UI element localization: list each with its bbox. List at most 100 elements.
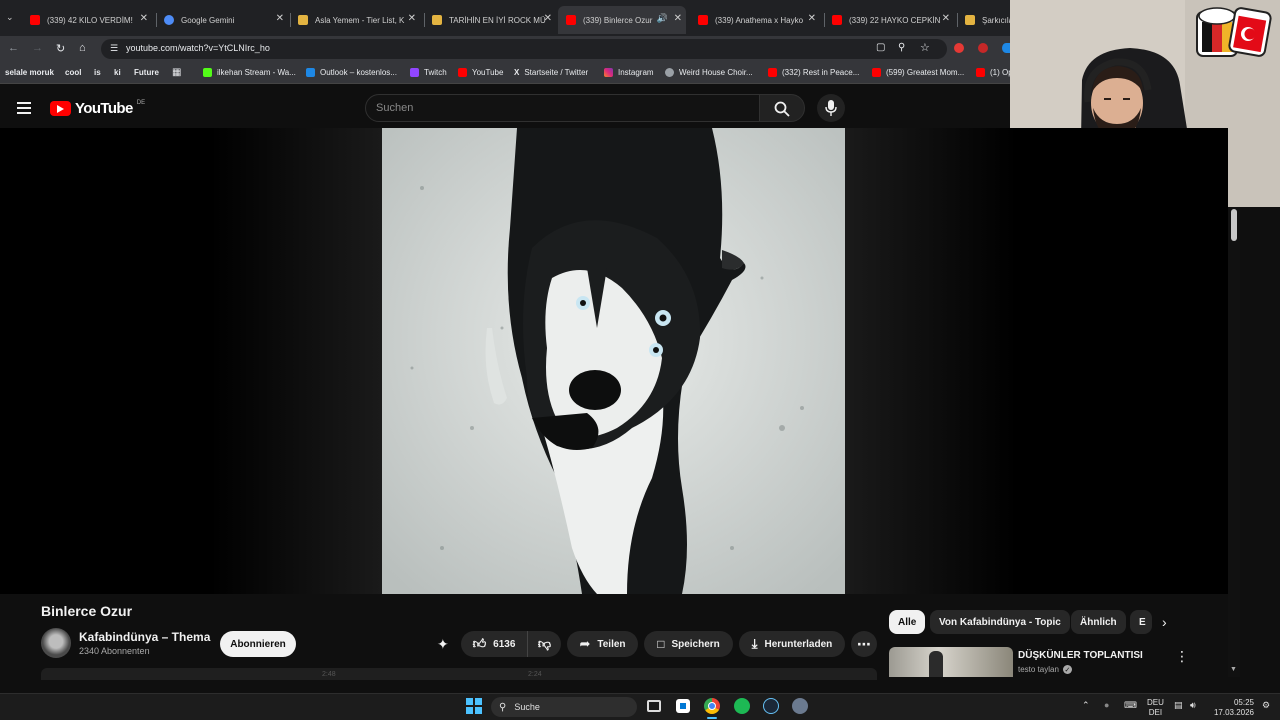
save-button[interactable]: □ Speichern (644, 631, 733, 657)
bookmark-item[interactable]: X Startseite / Twitter (514, 68, 588, 77)
browser-tab[interactable]: Google Gemini ✕ (164, 9, 284, 31)
chip-more[interactable]: E (1130, 610, 1152, 634)
zoom-icon[interactable]: ⚲ (898, 42, 905, 53)
language-indicator[interactable]: DEU DEI (1147, 698, 1164, 718)
tab-close-icon[interactable]: ✕ (942, 13, 950, 24)
browser-tab-active[interactable]: (339) Binlerce Ozur 🔊 ✕ (558, 6, 686, 34)
search-icon: ⚲ (499, 701, 507, 713)
browser-tab[interactable]: TARİHİN EN İYİ ROCK MÜ ✕ (432, 9, 552, 31)
bookmark-item[interactable]: (599) Greatest Mom... (872, 68, 964, 77)
browser-tab[interactable]: (339) 22 HAYKO CEPKİN ✕ (832, 9, 950, 31)
network-icon[interactable]: ▤ (1174, 700, 1183, 711)
tab-title: (339) 42 KILO VERDİM! (47, 15, 133, 25)
search-button[interactable] (759, 94, 805, 122)
voice-search-button[interactable] (817, 94, 845, 122)
chrome-icon[interactable] (704, 698, 720, 714)
taskbar-search-label: Suche (514, 702, 540, 712)
home-icon[interactable]: ⌂ (79, 42, 86, 54)
browser-tab[interactable]: (339) 42 KILO VERDİM! ✕ (30, 9, 148, 31)
page-scrollbar[interactable] (1228, 207, 1240, 677)
chip-from-channel[interactable]: Von Kafabindünya - Topic (930, 610, 1070, 634)
dislike-button[interactable]: 👎︎ (527, 631, 561, 657)
tab-close-icon[interactable]: ✕ (276, 13, 284, 24)
spotify-icon[interactable] (734, 698, 750, 714)
recommended-thumbnail[interactable] (889, 647, 1013, 677)
video-frame-husky-image[interactable] (382, 128, 845, 594)
youtube-play-icon (50, 101, 71, 116)
keyboard-tray-icon[interactable]: ⌨ (1124, 700, 1137, 711)
download-button[interactable]: ⤓ Herunterladen (739, 631, 845, 657)
apps-grid-icon[interactable]: ▦ (172, 67, 181, 78)
tab-close-icon[interactable]: ✕ (408, 13, 416, 24)
back-icon[interactable]: ← (8, 42, 19, 54)
clock-time: 05:25 (1233, 698, 1254, 707)
bookmark-item[interactable]: ki (114, 68, 121, 77)
store-icon[interactable] (676, 699, 690, 713)
youtube-icon (458, 68, 467, 77)
more-actions-button[interactable]: ⋯ (851, 631, 877, 657)
browser-tab[interactable]: Asla Yemem - Tier List, K ✕ (298, 9, 416, 31)
tab-close-icon[interactable]: ✕ (544, 13, 552, 24)
tab-close-icon[interactable]: ✕ (674, 13, 682, 24)
steam-icon[interactable] (763, 698, 779, 714)
windows-start-icon[interactable] (466, 698, 482, 714)
subscribe-button[interactable]: Abonnieren (220, 631, 296, 657)
bookmark-item[interactable]: (332) Rest in Peace... (768, 68, 859, 77)
extension-icon[interactable] (954, 43, 964, 53)
channel-name[interactable]: Kafabindünya – Thema (79, 630, 210, 644)
bookmark-item[interactable]: cool (65, 68, 81, 77)
channel-avatar[interactable] (41, 628, 71, 658)
active-app-indicator (707, 717, 717, 719)
chip-all[interactable]: Alle (889, 610, 926, 634)
recommended-channel[interactable]: testo taylan ✓ (1018, 665, 1072, 674)
bookmark-item[interactable]: YouTube (458, 68, 503, 77)
more-horizontal-icon: ⋯ (857, 635, 871, 652)
forward-icon[interactable]: → (32, 42, 43, 54)
extension-icon[interactable] (978, 43, 988, 53)
page-scrollbar-thumb[interactable] (1231, 209, 1237, 241)
recommended-title[interactable]: DÜŞKÜNLER TOPLANTISI (1018, 650, 1143, 661)
share-label: Teilen (597, 638, 626, 650)
search-input[interactable]: Suchen (365, 94, 760, 122)
scroll-down-arrow-icon[interactable]: ▼ (1230, 666, 1237, 673)
bookmark-item[interactable]: Weird House Choir... (665, 68, 753, 77)
browser-tab[interactable]: Şarkıcıla (965, 9, 1010, 31)
bookmark-item[interactable]: (1) Op (976, 68, 1013, 77)
tab-audio-icon[interactable]: 🔊 (657, 13, 668, 24)
youtube-favicon-icon (698, 15, 708, 25)
tray-overflow-chevron-icon[interactable]: ⌃ (1082, 700, 1090, 711)
cast-icon[interactable]: ▢ (876, 42, 885, 53)
speaker-icon[interactable]: 🔊︎ (1190, 700, 1196, 711)
bookmark-item[interactable]: Future (134, 68, 159, 77)
bookmark-item[interactable]: Instagram (604, 68, 654, 77)
url-text[interactable]: youtube.com/watch?v=YtCLNIrc_ho (126, 43, 270, 53)
browser-tab[interactable]: (339) Anathema x Hayko ✕ (698, 9, 816, 31)
description-box[interactable] (41, 668, 877, 680)
sparkle-ask-icon[interactable]: ✦ (437, 636, 449, 653)
task-view-icon[interactable] (647, 700, 661, 712)
more-vertical-icon[interactable]: ⋮ (1175, 648, 1189, 665)
site-info-icon[interactable]: ☰ (110, 43, 118, 54)
youtube-logo[interactable]: YouTube DE (50, 100, 145, 117)
chip-related[interactable]: Ähnlich (1071, 610, 1126, 634)
share-button[interactable]: ➦ Teilen (567, 631, 638, 657)
bookmark-item[interactable]: is (94, 68, 101, 77)
chevron-right-icon[interactable]: › (1162, 614, 1167, 630)
notification-bell-icon[interactable]: ⚙ (1262, 700, 1270, 711)
taskbar-search-box[interactable]: ⚲ Suche (491, 697, 637, 717)
like-button[interactable]: 👍︎ 6136 (461, 631, 527, 657)
hamburger-menu-icon[interactable] (17, 102, 31, 114)
reload-icon[interactable]: ↻ (56, 42, 65, 55)
bookmark-item[interactable]: selale moruk (5, 68, 54, 77)
bookmark-item[interactable]: Twitch (410, 68, 447, 77)
tab-close-icon[interactable]: ✕ (808, 13, 816, 24)
tab-close-icon[interactable]: ✕ (140, 13, 148, 24)
microphone-tray-icon[interactable]: ● (1104, 700, 1109, 710)
bookmark-star-icon[interactable]: ☆ (920, 41, 930, 54)
bookmark-item[interactable]: Outlook – kostenlos... (306, 68, 397, 77)
tab-search-chevron-icon[interactable]: ⌄ (6, 12, 14, 23)
bookmark-item[interactable]: ilkehan Stream - Wa... (203, 68, 296, 77)
settings-gear-icon[interactable] (792, 698, 808, 714)
clock[interactable]: 05:25 17.03.2026 (1210, 698, 1254, 718)
extension-icon[interactable] (1002, 43, 1010, 53)
